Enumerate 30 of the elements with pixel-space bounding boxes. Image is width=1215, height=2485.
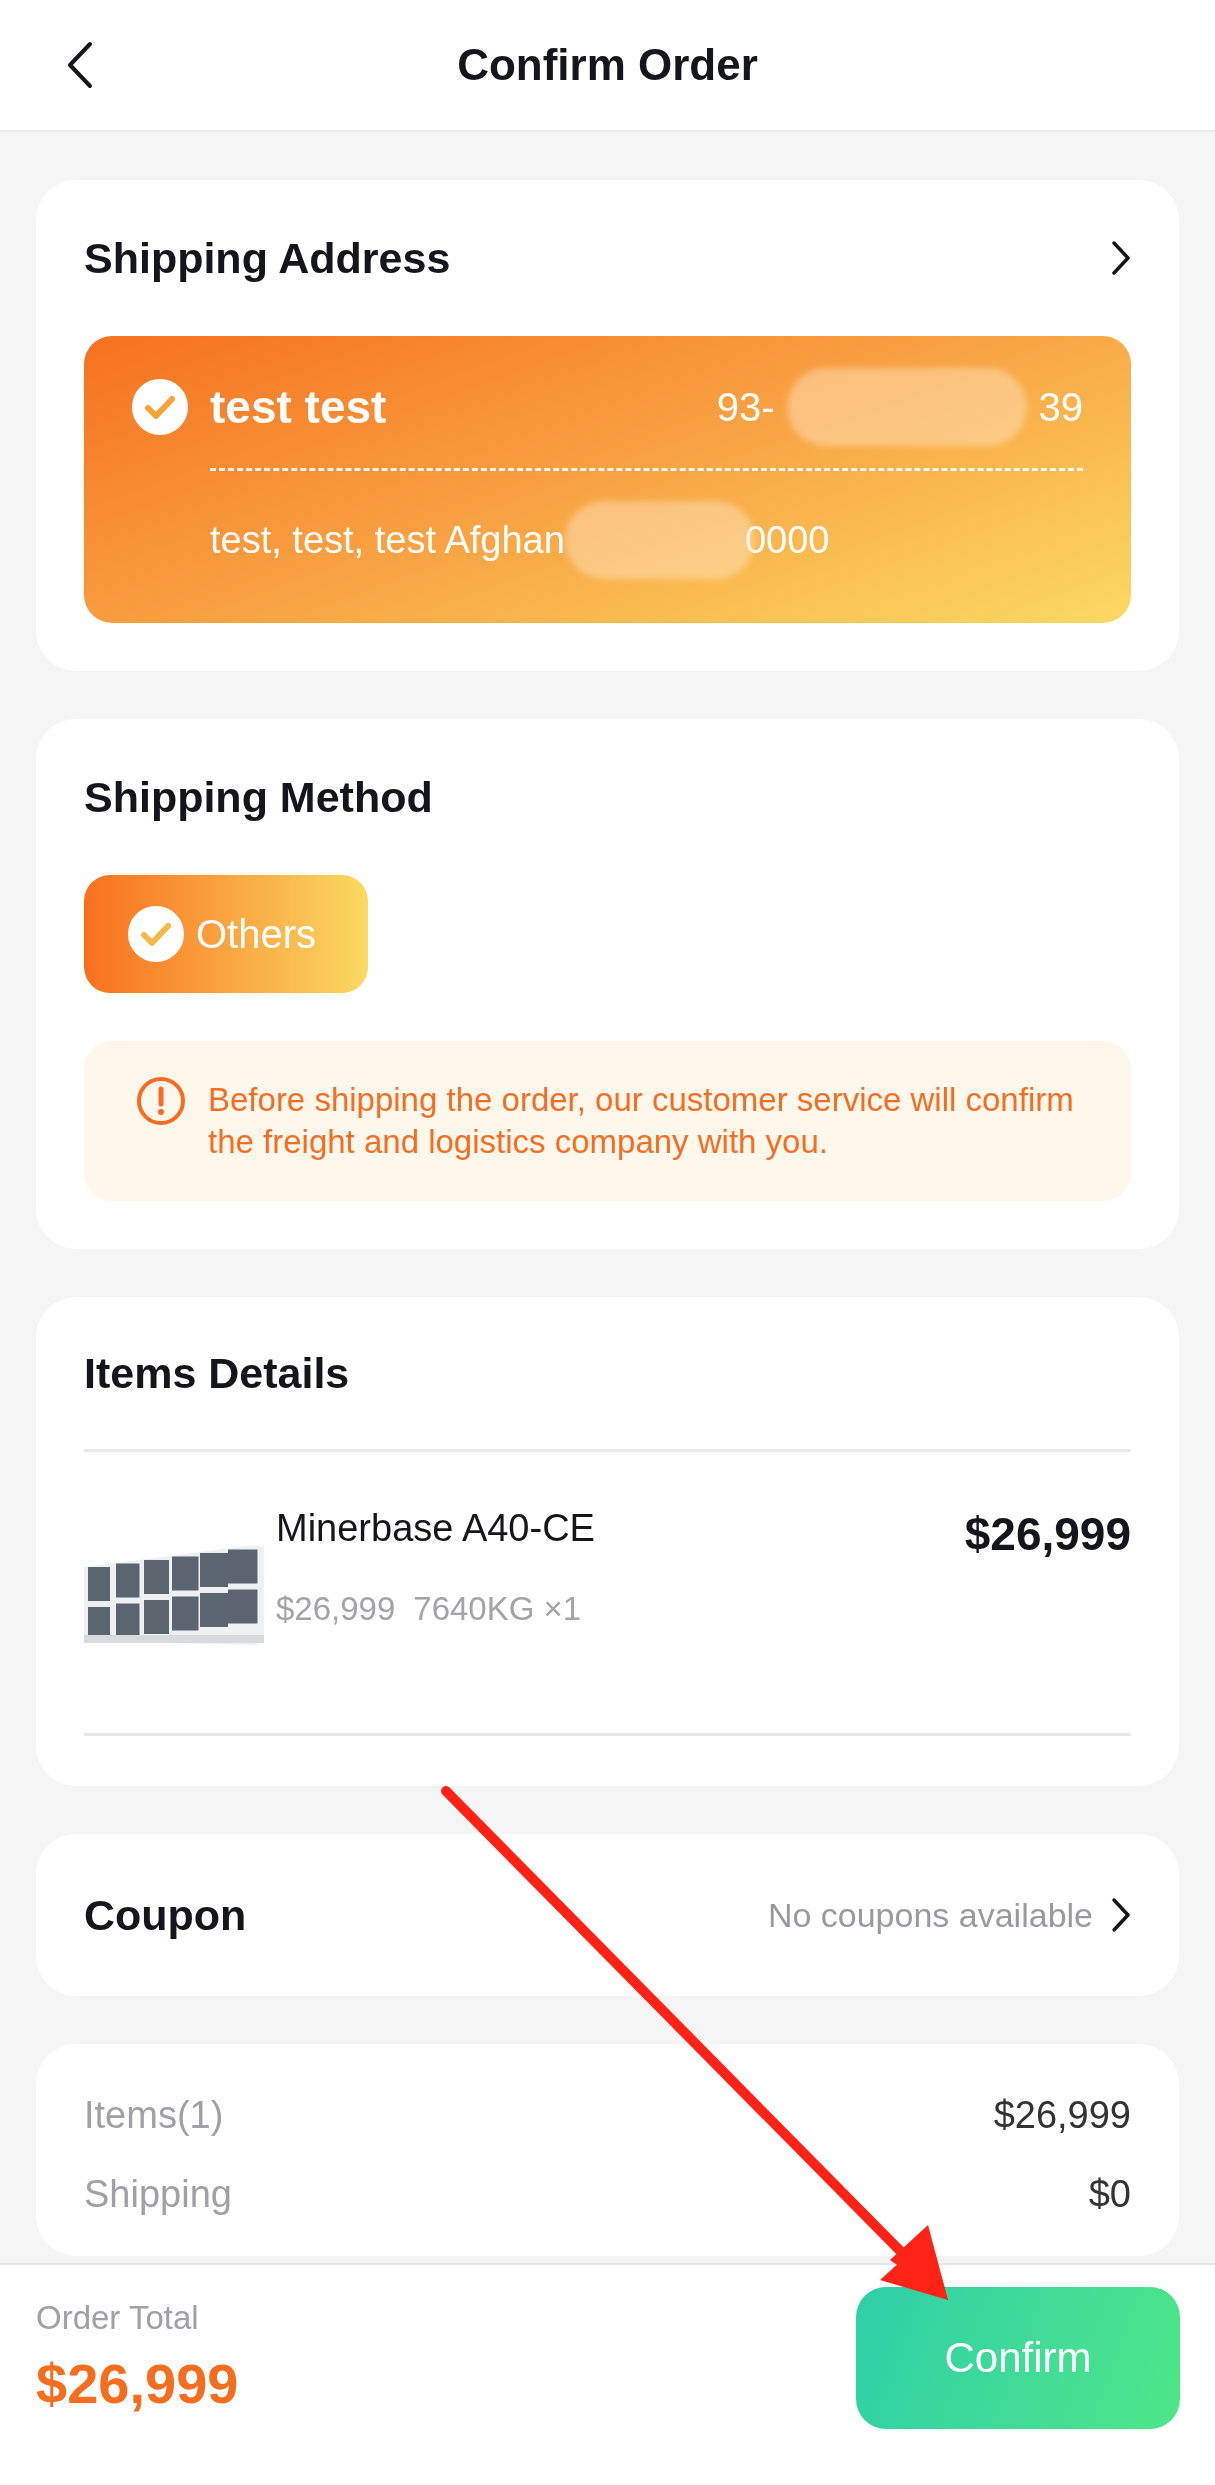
section-title: Coupon	[84, 1890, 247, 1940]
section-title: Shipping Address	[84, 233, 451, 283]
address-text: 0000	[744, 518, 830, 562]
item-name: Minerbase A40-CE	[276, 1507, 596, 1550]
total-label: Order Total	[36, 2299, 200, 2337]
address-chevron-button[interactable]	[1111, 240, 1131, 276]
phone-number: 39	[1038, 384, 1083, 430]
summary-value: $26,999	[993, 2094, 1131, 2137]
page-title: Confirm Order	[457, 40, 758, 90]
confirm-button[interactable]: Confirm	[856, 2287, 1180, 2429]
summary-label: Shipping	[84, 2173, 232, 2216]
summary-label: Items(1)	[84, 2094, 224, 2137]
section-title: Shipping Method	[84, 772, 433, 822]
alert-icon	[136, 1076, 186, 1126]
shipping-option[interactable]: Others	[84, 875, 369, 993]
item-unit-price: $26,999	[276, 1590, 396, 1628]
item-weight-quantity: 7640KG ×1	[413, 1590, 582, 1628]
summary-value: $0	[1088, 2173, 1131, 2216]
coupon-selector[interactable]: No coupons available	[767, 1895, 1131, 1935]
order-total: $26,999	[36, 2351, 239, 2416]
phone-number: 93-	[716, 384, 775, 430]
selected-address[interactable]: test test 93- 39 test, test, test Afghan 0000	[84, 336, 1131, 623]
chevron-right-icon	[1111, 1897, 1131, 1933]
back-icon	[67, 41, 93, 89]
address-text: test, test, test Afghan	[210, 518, 565, 562]
item-price: $26,999	[964, 1507, 1131, 1561]
section-title: Items Details	[84, 1348, 350, 1398]
notice-text: Before shipping the order, our customer service will confirm the freight and logistics company with you.	[208, 1080, 1075, 1162]
chevron-right-icon	[1111, 240, 1131, 276]
recipient-name: test test	[210, 380, 388, 434]
